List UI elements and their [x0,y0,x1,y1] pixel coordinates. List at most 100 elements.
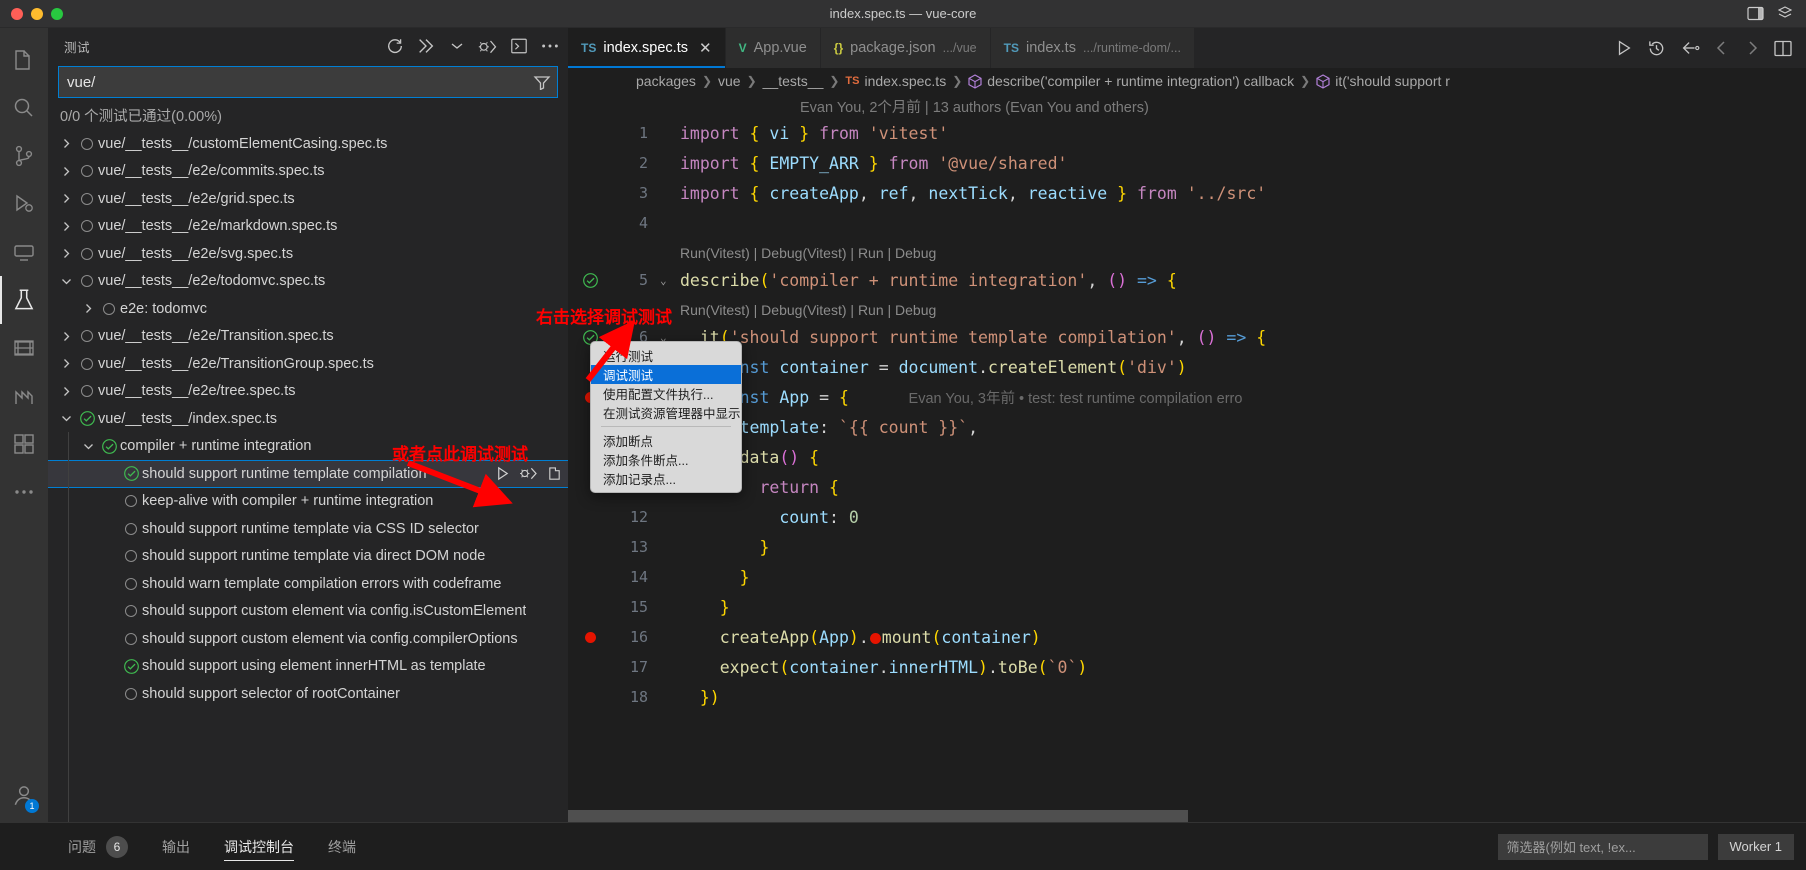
test-tree-row[interactable]: should support custom element via config… [48,598,568,626]
maximize-window-button[interactable] [51,7,63,20]
code-lens-run-debug-inner[interactable]: Run(Vitest) | Debug(Vitest) | Run | Debu… [680,302,936,318]
chevron-right-icon[interactable] [56,331,76,342]
breakpoint-icon[interactable] [576,631,604,643]
run-file-icon[interactable] [1615,39,1633,57]
sidebar-item-explorer[interactable] [0,36,48,84]
sidebar-item-nx-console[interactable] [0,372,48,420]
sidebar-item-remote-explorer[interactable] [0,228,48,276]
minimize-window-button[interactable] [31,7,43,20]
customize-layout-icon[interactable] [1778,6,1792,21]
more-views-icon[interactable] [0,468,48,516]
context-menu-item[interactable]: 运行测试 [591,346,741,365]
close-icon[interactable]: ✕ [699,39,712,57]
step-back-icon[interactable] [1680,39,1700,57]
panel-tab[interactable]: 调试控制台 [224,823,294,870]
filter-icon[interactable] [531,74,553,90]
breadcrumb-item[interactable]: TS index.spec.ts [845,73,946,89]
editor-horizontal-scrollbar[interactable] [568,810,1792,822]
panel-tab[interactable]: 输出 [162,823,190,870]
reveal-in-explorer-icon[interactable] [547,466,562,481]
debug-all-icon[interactable] [478,36,498,56]
chevron-right-icon[interactable] [56,248,76,259]
context-menu-item[interactable]: 添加断点 [591,431,741,450]
test-tree-row[interactable]: should support runtime template via CSS … [48,515,568,543]
run-all-icon[interactable] [416,36,436,56]
test-tree-row[interactable]: vue/__tests__/e2e/grid.spec.ts [48,185,568,213]
editor-tab[interactable]: {} package.json .../vue [820,28,991,68]
test-tree-row[interactable]: vue/__tests__/e2e/commits.spec.ts [48,158,568,186]
breadcrumb-item[interactable]: __tests__ [763,73,824,89]
chevron-down-icon[interactable] [447,36,467,56]
test-tree-row[interactable]: vue/__tests__/index.spec.ts [48,405,568,433]
sidebar-item-testing[interactable] [0,276,48,324]
breadcrumb-item[interactable]: describe('compiler + runtime integration… [968,73,1294,89]
fold-chevron-icon[interactable]: ⌄ [660,274,667,287]
close-window-button[interactable] [11,7,23,20]
test-tree-row[interactable]: keep-alive with compiler + runtime integ… [48,488,568,516]
window-controls[interactable] [0,7,63,20]
code-editor[interactable]: Evan You, 2个月前 | 13 authors (Evan You an… [568,94,1806,822]
test-tree-row[interactable]: should support runtime template via dire… [48,543,568,571]
sidebar-item-search[interactable] [0,84,48,132]
worker-selector[interactable]: Worker 1 [1717,833,1794,860]
breadcrumb-item[interactable]: it('should support r [1316,73,1450,89]
chevron-right-icon[interactable] [56,193,76,204]
refresh-icon[interactable] [385,36,405,56]
test-tree-row[interactable]: vue/__tests__/e2e/Transition.spec.ts [48,323,568,351]
arrow-left-icon[interactable] [1714,40,1730,56]
test-tree-row[interactable]: vue/__tests__/e2e/markdown.spec.ts [48,213,568,241]
sidebar-item-source-control[interactable] [0,132,48,180]
debug-console-filter-input[interactable]: 筛选器(例如 text, !ex... [1497,833,1708,860]
search-input[interactable] [67,73,531,91]
sidebar-item-extensions[interactable] [0,420,48,468]
test-tree-row[interactable]: vue/__tests__/e2e/svg.spec.ts [48,240,568,268]
breadcrumb-item[interactable]: packages [636,73,696,89]
breadcrumb-item[interactable]: vue [718,73,741,89]
chevron-right-icon[interactable] [56,166,76,177]
chevron-right-icon[interactable] [78,303,98,314]
chevron-right-icon[interactable] [56,138,76,149]
toggle-panel-layout-icon[interactable] [1747,6,1764,21]
editor-tab[interactable]: TS index.ts .../runtime-dom/... [990,28,1195,68]
context-menu-item[interactable]: 添加条件断点... [591,450,741,469]
chevron-right-icon[interactable] [56,358,76,369]
breadcrumb[interactable]: packages ❯ vue ❯ __tests__ ❯ TS index.spec.ts ❯ d… [568,68,1806,94]
test-tree-row[interactable]: vue/__tests__/e2e/TransitionGroup.spec.t… [48,350,568,378]
code-lens-row[interactable]: Run(Vitest) | Debug(Vitest) | Run | Debu… [568,295,1806,325]
editor-tab[interactable]: TS index.spec.ts ✕ [568,28,726,68]
run-test-icon[interactable] [495,466,510,481]
history-icon[interactable] [1647,39,1666,58]
test-tree[interactable]: vue/__tests__/customElementCasing.spec.t… [48,130,568,822]
ellipsis-icon[interactable] [540,36,560,56]
debug-test-icon[interactable] [519,466,538,481]
terminal-icon[interactable] [509,36,529,56]
test-tree-row[interactable]: should support selector of rootContainer [48,680,568,708]
test-tree-row[interactable]: should support using element innerHTML a… [48,653,568,681]
test-status-gutter-icon[interactable] [576,272,604,289]
test-tree-row[interactable]: e2e: todomvc [48,295,568,323]
split-editor-icon[interactable] [1774,40,1792,57]
arrow-right-icon[interactable] [1744,40,1760,56]
test-search-box[interactable] [58,66,558,98]
sidebar-item-run-and-debug[interactable] [0,180,48,228]
test-context-menu[interactable]: 运行测试 调试测试 使用配置文件执行... 在测试资源管理器中显示 添加断点 添加条件断点… [590,341,742,493]
test-tree-row[interactable]: vue/__tests__/e2e/tree.spec.ts [48,378,568,406]
chevron-down-icon[interactable] [78,441,98,452]
code-lens-row[interactable]: Run(Vitest) | Debug(Vitest) | Run | Debu… [568,238,1806,268]
context-menu-item[interactable]: 添加记录点... [591,469,741,488]
test-tree-row[interactable]: should warn template compilation errors … [48,570,568,598]
test-tree-row[interactable]: vue/__tests__/e2e/todomvc.spec.ts [48,268,568,296]
chevron-down-icon[interactable] [56,413,76,424]
editor-tab[interactable]: V App.vue [725,28,821,68]
test-tree-row[interactable]: vue/__tests__/customElementCasing.spec.t… [48,130,568,158]
context-menu-item[interactable]: 使用配置文件执行... [591,384,741,403]
chevron-right-icon[interactable] [56,386,76,397]
code-lens-run-debug[interactable]: Run(Vitest) | Debug(Vitest) | Run | Debu… [680,245,936,261]
chevron-down-icon[interactable] [56,276,76,287]
context-menu-item[interactable]: 在测试资源管理器中显示 [591,403,741,422]
panel-tab[interactable]: 终端 [328,823,356,870]
account-icon[interactable]: 1 [0,774,48,822]
context-menu-item[interactable]: 调试测试 [591,365,741,384]
chevron-right-icon[interactable] [56,221,76,232]
sidebar-item-database[interactable] [0,324,48,372]
